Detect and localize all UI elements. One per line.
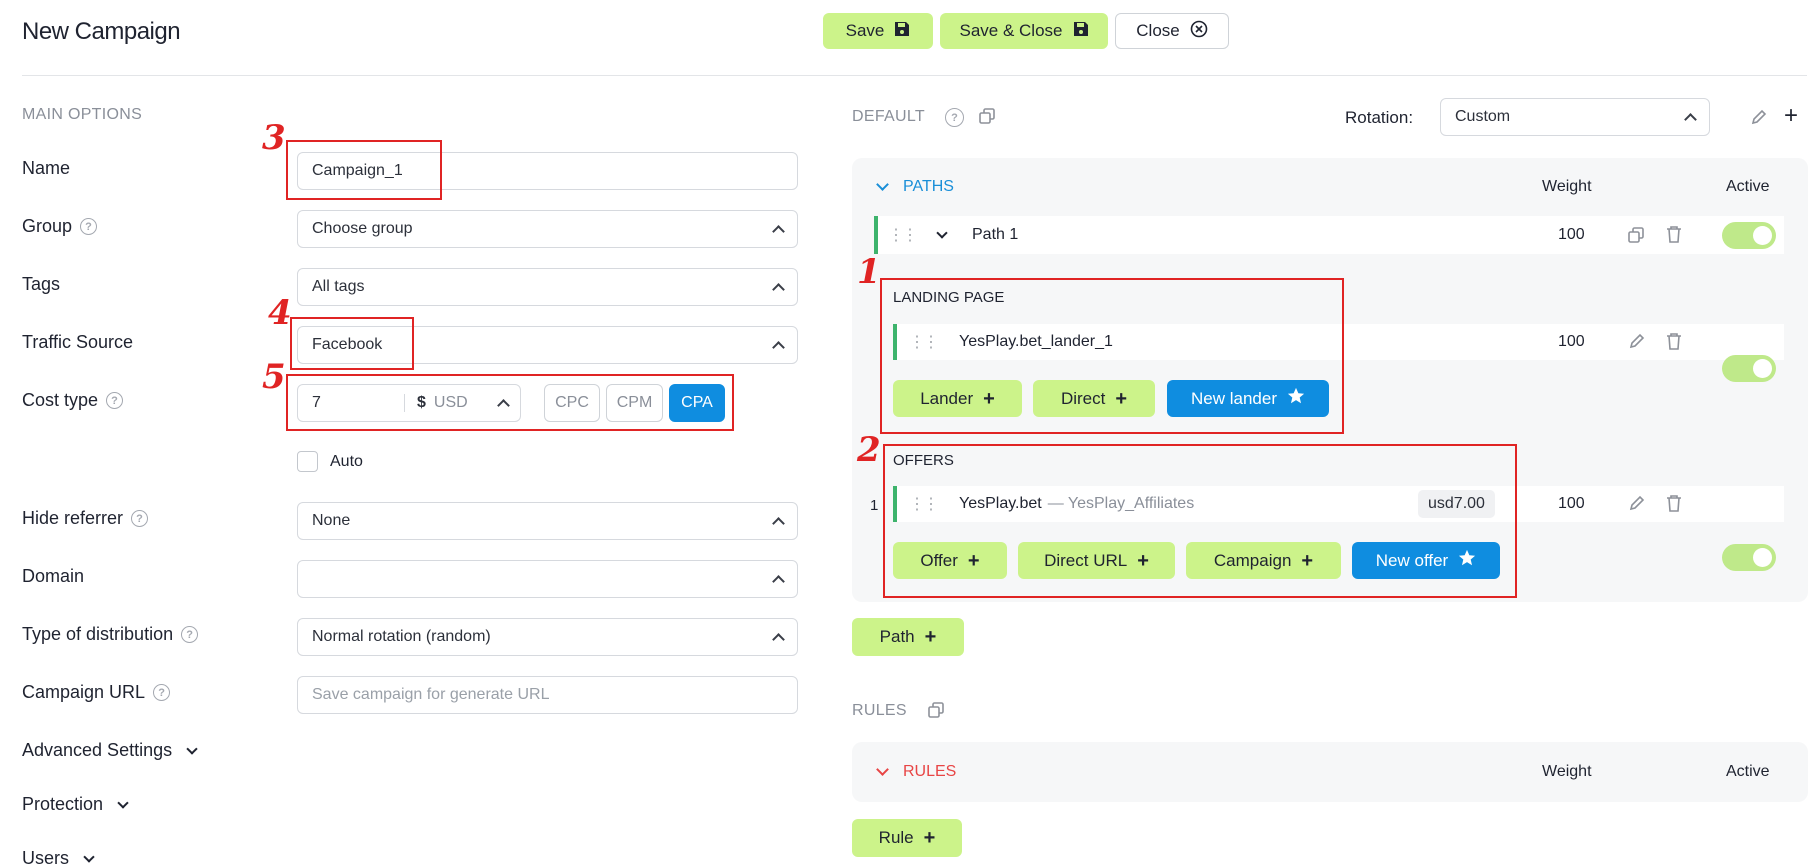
- annotation-box-5: [286, 374, 734, 431]
- path-row[interactable]: ⋮⋮ Path 1: [874, 216, 1784, 254]
- help-icon[interactable]: ?: [945, 108, 964, 127]
- save-close-label: Save & Close: [959, 21, 1063, 40]
- floppy-icon: [1073, 21, 1089, 42]
- annotation-2: 2: [857, 430, 881, 470]
- page-title: New Campaign: [22, 18, 181, 45]
- users-toggle[interactable]: Users: [22, 848, 95, 867]
- domain-label: Domain: [22, 566, 85, 586]
- copy-icon[interactable]: [978, 107, 996, 130]
- offer-weight: 100: [1558, 495, 1585, 512]
- annotation-5: 5: [262, 357, 286, 397]
- rules-panel: [852, 742, 1808, 802]
- add-icon[interactable]: +: [1784, 104, 1798, 128]
- paths-title: PATHS: [903, 178, 954, 195]
- weight-header: Weight: [1542, 178, 1592, 195]
- protection-toggle[interactable]: Protection: [22, 794, 129, 815]
- rules-weight-header: Weight: [1542, 763, 1592, 780]
- path-weight: 100: [1558, 226, 1585, 243]
- group-label: Group?: [22, 216, 98, 237]
- chevron-up-icon: [772, 517, 785, 530]
- traffic-source-label: Traffic Source: [22, 332, 134, 352]
- drag-handle-icon[interactable]: ⋮⋮: [888, 225, 918, 245]
- help-icon[interactable]: ?: [131, 510, 149, 527]
- plus-icon: +: [924, 626, 937, 648]
- save-close-button[interactable]: Save & Close: [940, 13, 1108, 49]
- rules-heading: RULES: [852, 702, 907, 719]
- campaign-url-label: Campaign URL?: [22, 682, 171, 703]
- annotation-3: 3: [262, 118, 286, 158]
- tags-label: Tags: [22, 274, 61, 294]
- add-rule-button[interactable]: Rule +: [852, 819, 962, 857]
- hide-referrer-label: Hide referrer?: [22, 508, 149, 529]
- close-label: Close: [1136, 21, 1180, 40]
- distribution-label: Type of distribution?: [22, 624, 199, 645]
- lander-weight: 100: [1558, 333, 1585, 350]
- help-icon[interactable]: ?: [106, 392, 124, 409]
- chevron-up-icon: [772, 633, 785, 646]
- path-name: Path 1: [972, 226, 1019, 243]
- trash-icon[interactable]: [1666, 494, 1682, 517]
- chevron-down-icon: [83, 850, 95, 863]
- chevron-down-icon: [186, 742, 198, 755]
- annotation-box-1: [880, 278, 1344, 434]
- group-select[interactable]: Choose group: [297, 210, 798, 248]
- trash-icon[interactable]: [1666, 332, 1682, 355]
- rules-title: RULES: [903, 763, 957, 780]
- pencil-icon[interactable]: [1628, 494, 1646, 517]
- default-heading: DEFAULT: [852, 108, 925, 125]
- chevron-down-icon: [117, 796, 129, 809]
- chevron-up-icon: [772, 283, 785, 296]
- rotation-label: Rotation:: [1345, 108, 1414, 127]
- copy-icon[interactable]: [1627, 226, 1645, 249]
- advanced-settings-toggle[interactable]: Advanced Settings: [22, 740, 198, 761]
- annotation-box-3: [286, 140, 442, 200]
- rules-active-header: Active: [1726, 763, 1770, 780]
- hide-referrer-select[interactable]: None: [297, 502, 798, 540]
- distribution-select[interactable]: Normal rotation (random): [297, 618, 798, 656]
- plus-icon: +: [923, 827, 936, 849]
- lander-active-toggle[interactable]: [1722, 355, 1776, 382]
- save-label: Save: [845, 21, 885, 40]
- close-circle-icon: [1190, 20, 1208, 43]
- rotation-select[interactable]: Custom: [1440, 98, 1710, 136]
- auto-checkbox[interactable]: [297, 451, 318, 472]
- pencil-icon[interactable]: [1628, 332, 1646, 355]
- path-active-toggle[interactable]: [1722, 222, 1776, 249]
- chevron-down-icon[interactable]: [936, 227, 948, 239]
- campaign-url-input[interactable]: Save campaign for generate URL: [297, 676, 798, 714]
- annotation-box-2: [883, 444, 1517, 598]
- offer-active-toggle[interactable]: [1722, 544, 1776, 571]
- cost-type-label: Cost type?: [22, 390, 124, 411]
- chevron-up-icon: [772, 575, 785, 588]
- annotation-box-4: [290, 317, 414, 370]
- copy-icon[interactable]: [927, 701, 945, 724]
- auto-label: Auto: [330, 453, 363, 470]
- annotation-1: 1: [857, 252, 881, 292]
- header-divider: [22, 75, 1807, 76]
- tags-select[interactable]: All tags: [297, 268, 798, 306]
- add-path-button[interactable]: Path +: [852, 618, 964, 656]
- main-options-heading: MAIN OPTIONS: [22, 106, 143, 123]
- help-icon[interactable]: ?: [181, 626, 199, 643]
- save-button[interactable]: Save: [823, 13, 933, 49]
- domain-select[interactable]: [297, 560, 798, 598]
- name-label: Name: [22, 158, 71, 178]
- annotation-4: 4: [268, 293, 292, 333]
- chevron-up-icon: [772, 225, 785, 238]
- offer-index: 1: [870, 497, 879, 514]
- active-header: Active: [1726, 178, 1770, 195]
- help-icon[interactable]: ?: [80, 218, 98, 235]
- trash-icon[interactable]: [1666, 225, 1682, 248]
- chevron-up-icon: [1684, 113, 1697, 126]
- help-icon[interactable]: ?: [153, 684, 171, 701]
- close-button[interactable]: Close: [1115, 13, 1229, 49]
- pencil-icon[interactable]: [1750, 108, 1768, 131]
- floppy-icon: [894, 21, 910, 42]
- chevron-up-icon: [772, 341, 785, 354]
